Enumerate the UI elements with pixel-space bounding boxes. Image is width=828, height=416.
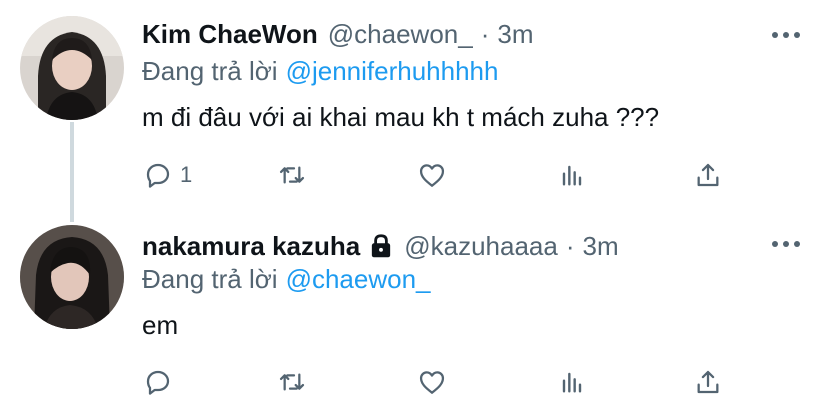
replying-to: Đang trả lời @chaewon_ (142, 263, 431, 295)
bar-chart-icon (562, 165, 582, 186)
replying-to-label: Đang trả lời (142, 56, 278, 86)
timestamp[interactable]: 3m (497, 18, 533, 50)
share-button[interactable] (692, 158, 724, 192)
user-handle[interactable]: @chaewon_ (328, 18, 473, 50)
retweet-button[interactable] (276, 158, 308, 192)
tweet-actions (142, 365, 742, 399)
share-upload-icon (697, 163, 719, 187)
bar-chart-icon (562, 372, 582, 393)
stats-button[interactable] (556, 158, 588, 192)
heart-icon (419, 164, 445, 187)
timestamp[interactable]: 3m (583, 230, 619, 262)
reply-count: 1 (180, 162, 193, 187)
display-name[interactable]: Kim ChaeWon (142, 18, 318, 50)
tweet-header: Kim ChaeWon @chaewon_ · 3m (142, 18, 534, 50)
stats-button[interactable] (556, 365, 588, 399)
separator-dot: · (565, 231, 575, 261)
avatar[interactable] (20, 225, 124, 329)
share-upload-icon (697, 370, 719, 394)
tweet[interactable]: Kim ChaeWon @chaewon_ · 3m Đang trả lời @… (0, 0, 828, 210)
replying-to-label: Đang trả lời (142, 264, 278, 294)
reply-button[interactable]: 1 (142, 158, 192, 192)
retweet-icon (279, 166, 305, 184)
lock-icon (372, 234, 391, 258)
replying-to-handle[interactable]: @jenniferhuhhhhh (286, 56, 499, 86)
like-button[interactable] (416, 365, 448, 399)
retweet-icon (279, 373, 305, 391)
avatar[interactable] (20, 16, 124, 120)
tweet-text: em (142, 310, 179, 340)
share-button[interactable] (692, 365, 724, 399)
reply-button[interactable] (142, 365, 180, 399)
replying-to-handle[interactable]: @chaewon_ (286, 264, 431, 294)
reply-bubble-icon (146, 163, 170, 188)
tweet-actions: 1 (142, 158, 742, 192)
tweet-text: m đi đâu với ai khai mau kh t mách zuha … (142, 102, 660, 132)
more-dots-icon[interactable] (766, 238, 806, 250)
reply-bubble-icon (146, 370, 170, 395)
more-dots-icon[interactable] (766, 29, 806, 41)
heart-icon (419, 371, 445, 394)
replying-to: Đang trả lời @jenniferhuhhhhh (142, 55, 498, 87)
separator-dot: · (480, 19, 490, 49)
user-handle[interactable]: @kazuhaaaa (404, 230, 558, 262)
tweet-header: nakamura kazuha @kazuhaaaa · 3m (142, 230, 619, 262)
display-name[interactable]: nakamura kazuha (142, 230, 360, 262)
retweet-button[interactable] (276, 365, 308, 399)
like-button[interactable] (416, 158, 448, 192)
tweet[interactable]: nakamura kazuha @kazuhaaaa · 3m Đang trả… (0, 210, 828, 416)
